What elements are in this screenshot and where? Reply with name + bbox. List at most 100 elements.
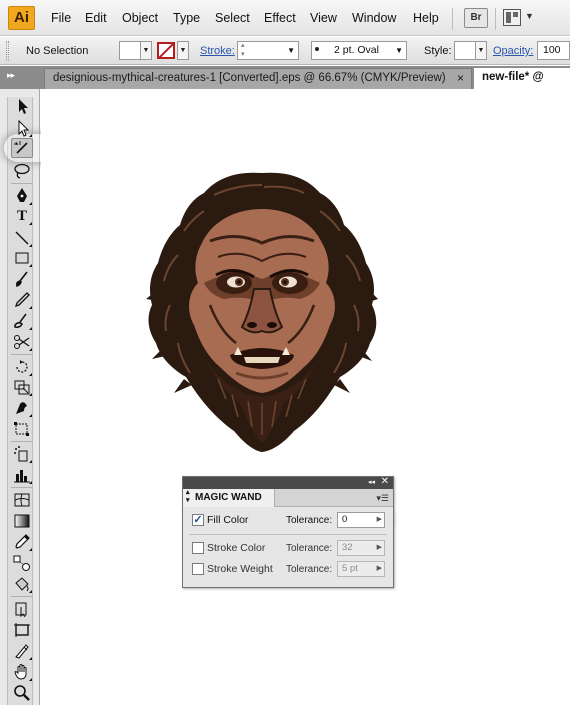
document-tab-bar: ▸▸ designious-mythical-creatures-1 [Conv… — [0, 66, 570, 102]
menu-window[interactable]: Window — [352, 11, 396, 25]
blob-brush-tool-icon[interactable] — [11, 311, 33, 331]
menu-object[interactable]: Object — [122, 11, 158, 25]
chevron-right-icon[interactable]: ▶ — [377, 541, 382, 555]
sort-arrows-icon: ▴ ▾ — [186, 489, 190, 504]
brush-definition-field[interactable]: 2 pt. Oval ▼ — [311, 41, 407, 60]
fill-color-label: Fill Color — [207, 514, 249, 526]
pencil-tool-icon[interactable] — [11, 290, 33, 310]
pupil-center-left — [237, 280, 241, 284]
tolerance-label: Tolerance: — [286, 564, 333, 575]
rotate-tool-icon[interactable] — [11, 357, 33, 377]
tool-divider — [11, 354, 33, 355]
chevron-right-icon[interactable]: ▶ — [377, 513, 382, 527]
tool-divider — [11, 487, 33, 488]
selection-status: No Selection — [26, 45, 89, 57]
graphic-style-swatch[interactable] — [454, 41, 476, 60]
stroke-weight-tolerance-field[interactable]: 5 pt ▶ — [337, 561, 385, 577]
opacity-label[interactable]: Opacity: — [493, 45, 533, 57]
type-tool-icon[interactable]: T — [11, 206, 33, 226]
grip-handle[interactable] — [6, 41, 9, 61]
lasso-tool-icon[interactable] — [11, 161, 33, 181]
pen-tool-icon[interactable] — [11, 186, 33, 206]
stroke-color-row: Stroke Color Tolerance: 32 ▶ — [183, 539, 393, 559]
hand-tool-icon[interactable] — [11, 662, 33, 682]
style-dropdown[interactable]: ▼ — [475, 41, 487, 60]
close-icon[interactable]: × — [457, 69, 464, 88]
magic-wand-tool-icon[interactable] — [11, 138, 33, 158]
gradient-tool-icon[interactable] — [11, 511, 33, 531]
stroke-color-tolerance-value: 32 — [342, 542, 353, 553]
menu-view[interactable]: View — [310, 11, 337, 25]
warp-tool-icon[interactable] — [11, 398, 33, 418]
zoom-tool-icon[interactable] — [11, 683, 33, 703]
stroke-color-tolerance-field[interactable]: 32 ▶ — [337, 540, 385, 556]
stroke-label[interactable]: Stroke: — [200, 45, 235, 57]
menu-select[interactable]: Select — [215, 11, 250, 25]
close-icon[interactable]: ✕ — [381, 476, 389, 488]
panel-divider — [189, 534, 387, 535]
panel-menu-icon[interactable]: ▾☰ — [376, 493, 389, 504]
mesh-tool-icon[interactable] — [11, 490, 33, 510]
stroke-weight-tolerance-value: 5 pt — [342, 563, 358, 574]
fill-dropdown[interactable]: ▼ — [140, 41, 152, 60]
fill-tolerance-field[interactable]: 0 ▶ — [337, 512, 385, 528]
menu-effect[interactable]: Effect — [264, 11, 296, 25]
no-fill-stroke-icon[interactable] — [157, 42, 175, 59]
stroke-color-checkbox[interactable] — [192, 542, 204, 554]
tab-title: designious-mythical-creatures-1 [Convert… — [53, 72, 446, 84]
selection-tool-icon[interactable] — [11, 96, 33, 116]
menu-type[interactable]: Type — [173, 11, 200, 25]
tolerance-label: Tolerance: — [286, 543, 333, 554]
live-paint-bucket-tool-icon[interactable] — [11, 574, 33, 594]
stroke-weight-label: Stroke Weight — [207, 563, 273, 575]
expand-panels-icon[interactable]: ▸▸ — [7, 70, 15, 81]
fill-swatch[interactable] — [119, 41, 141, 60]
fill-color-row: ✓ Fill Color Tolerance: 0 ▶ — [183, 511, 393, 531]
teeth — [244, 357, 280, 363]
control-bar: No Selection ▼ ▼ Stroke: ▴ ▾ ▼ 2 pt. Oval… — [0, 37, 570, 65]
menu-divider — [495, 8, 496, 30]
tab-new-file[interactable]: new-file* @ 130% — [474, 68, 570, 102]
stroke-weight-field[interactable]: ▴ ▾ ▼ — [237, 41, 299, 60]
stroke-color-label: Stroke Color — [207, 542, 266, 554]
tab-designious-file[interactable]: designious-mythical-creatures-1 [Convert… — [44, 68, 472, 89]
stroke-swatch-dropdown[interactable]: ▼ — [177, 41, 189, 60]
panel-titlebar[interactable]: ◂◂ ✕ — [183, 476, 393, 489]
eyedropper-tool-icon[interactable] — [11, 532, 33, 552]
line-segment-tool-icon[interactable] — [11, 228, 33, 248]
pupil-center-right — [283, 280, 287, 284]
slice-tool-icon[interactable] — [11, 641, 33, 661]
opacity-field[interactable]: 100 — [537, 41, 570, 60]
style-label: Style: — [424, 45, 452, 57]
column-graph-tool-icon[interactable] — [11, 465, 33, 485]
fill-color-checkbox[interactable]: ✓ — [192, 514, 204, 526]
scale-tool-icon[interactable] — [11, 377, 33, 397]
menu-help[interactable]: Help — [413, 11, 439, 25]
nostril-right — [267, 322, 277, 328]
symbol-sprayer-tool-icon[interactable] — [11, 444, 33, 464]
fill-tolerance-value: 0 — [342, 514, 348, 525]
rectangle-tool-icon[interactable] — [11, 248, 33, 268]
chevron-right-icon[interactable]: ▶ — [377, 562, 382, 576]
stroke-weight-checkbox[interactable] — [192, 563, 204, 575]
ape-head-illustration[interactable] — [144, 171, 380, 453]
tab-magic-wand[interactable]: ▴ ▾ MAGIC WAND — [183, 489, 275, 507]
brush-value: 2 pt. Oval — [334, 44, 379, 56]
paintbrush-tool-icon[interactable] — [11, 269, 33, 289]
menu-file[interactable]: File — [51, 11, 71, 25]
panel-title: MAGIC WAND — [195, 492, 262, 503]
chevron-down-icon[interactable]: ▼ — [525, 11, 534, 21]
panel-header: ▴ ▾ MAGIC WAND ▾☰ — [183, 489, 393, 507]
arrange-documents-icon[interactable] — [503, 9, 521, 26]
free-transform-tool-icon[interactable] — [11, 419, 33, 439]
scissors-tool-icon[interactable] — [11, 332, 33, 352]
artboard-tool-icon[interactable] — [11, 620, 33, 640]
tool-divider — [11, 441, 33, 442]
menu-bar: Ai File Edit Object Type Select Effect V… — [0, 0, 570, 36]
bridge-button[interactable]: Br — [464, 8, 488, 28]
collapse-icon[interactable]: ◂◂ — [368, 477, 375, 488]
direct-selection-tool-icon[interactable] — [11, 118, 33, 138]
menu-edit[interactable]: Edit — [85, 11, 107, 25]
live-paint-selection-tool-icon[interactable] — [11, 599, 33, 619]
blend-tool-icon[interactable] — [11, 553, 33, 573]
